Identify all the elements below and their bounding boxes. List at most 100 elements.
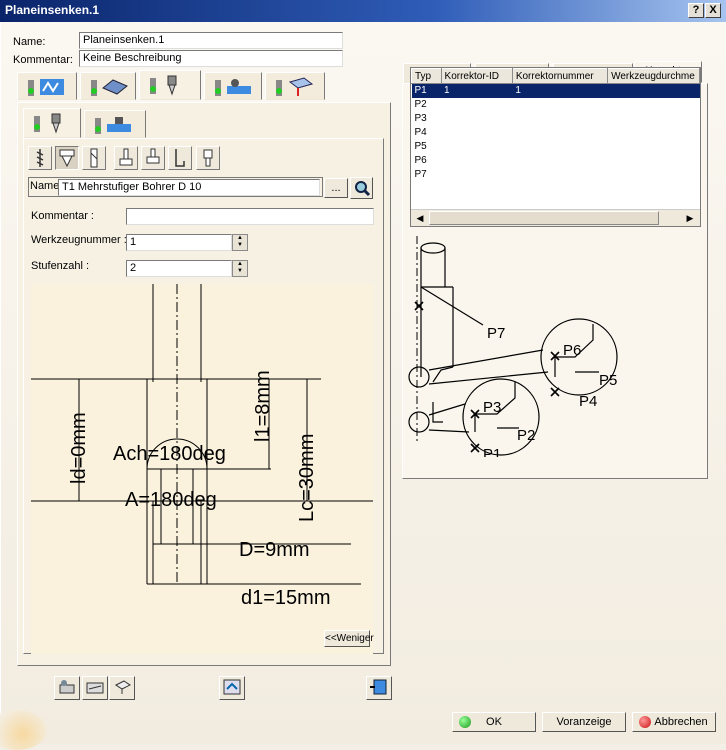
geometry-icon xyxy=(91,79,128,96)
cell-id xyxy=(441,154,512,168)
scroll-thumb[interactable] xyxy=(429,211,659,225)
counterbore-button[interactable] xyxy=(114,146,138,170)
horizontal-scrollbar[interactable]: ◀ ▶ xyxy=(411,209,700,226)
tap-button[interactable] xyxy=(196,146,220,170)
window-title: Planeinsenken.1 xyxy=(5,3,100,17)
p7-label: P7 xyxy=(487,325,505,342)
table-row[interactable]: P1 1 1 xyxy=(411,83,700,98)
tab-tool-geometry[interactable] xyxy=(23,108,81,138)
film-icon xyxy=(370,679,387,695)
simulation-button[interactable] xyxy=(366,676,392,700)
cell-diameter xyxy=(608,168,700,182)
col-werkzeugdurchmesser[interactable]: Werkzeugdurchme xyxy=(607,68,700,84)
corrector-diagram: P7 P6 P5 P4 P3 P2 P1 xyxy=(408,236,618,457)
tool-diagram: Ach=180deg A=180deg D=9mm d1=15mm ld=0mm… xyxy=(31,284,374,654)
spin-up-icon[interactable]: ▲ xyxy=(233,235,247,242)
p6-label: P6 xyxy=(563,342,581,359)
drill-type-button[interactable] xyxy=(28,146,52,170)
col-typ[interactable]: Typ xyxy=(411,68,442,84)
tool-number-field[interactable]: 1 xyxy=(126,234,232,251)
dialog-body: Name: Planeinsenken.1 Kommentar: Keine B… xyxy=(0,22,726,750)
feeds-icon xyxy=(215,79,251,96)
p4-label: P4 xyxy=(579,393,597,410)
comment-field[interactable]: Keine Beschreibung xyxy=(79,50,343,67)
help-button[interactable]: ? xyxy=(688,3,704,18)
tool-number-spinner[interactable]: ▲ ▼ xyxy=(232,234,248,251)
tool-name-row: Name T1 Mehrstufiger Bohrer D 10 xyxy=(28,177,323,197)
spin-up-icon[interactable]: ▲ xyxy=(233,261,247,268)
tool-query-button[interactable] xyxy=(54,676,80,700)
tab-tool-assembly[interactable] xyxy=(84,110,146,138)
cell-number xyxy=(512,126,607,140)
p1-label: P1 xyxy=(483,446,501,457)
tab-feeds[interactable] xyxy=(204,72,262,100)
ok-icon xyxy=(459,716,471,728)
d1-label: d1=15mm xyxy=(241,587,331,609)
steps-field[interactable]: 2 xyxy=(126,260,232,277)
cell-typ: P7 xyxy=(414,169,427,180)
macros-icon xyxy=(276,77,314,96)
cell-number: 1 xyxy=(512,83,608,98)
boring-bar-icon xyxy=(175,149,185,167)
steps-label: Stufenzahl : xyxy=(31,260,90,272)
tool-comment-label: Kommentar : xyxy=(31,210,94,222)
tool-catalog-icon xyxy=(86,682,104,694)
cell-diameter xyxy=(607,83,700,98)
tab-geometry[interactable] xyxy=(80,72,136,100)
col-korrektornummer[interactable]: Korrektornummer xyxy=(511,68,609,84)
less-button[interactable]: <<Weniger xyxy=(324,630,374,647)
close-button[interactable]: X xyxy=(705,3,721,18)
cell-id xyxy=(441,140,512,154)
tool-search-button[interactable] xyxy=(350,177,373,199)
reamer-icon xyxy=(90,148,98,168)
cell-typ: P1 xyxy=(411,83,442,98)
countersink-button[interactable] xyxy=(141,146,165,170)
cell-number xyxy=(512,98,607,112)
boring-bar-button[interactable] xyxy=(168,146,192,170)
tool-export-button[interactable] xyxy=(109,676,135,700)
table-row[interactable]: P5 xyxy=(412,140,700,154)
spin-down-icon[interactable]: ▼ xyxy=(233,242,247,249)
table-row[interactable]: P2 xyxy=(412,98,700,112)
scroll-left-icon[interactable]: ◀ xyxy=(413,211,427,225)
table-row[interactable]: P6 xyxy=(412,154,700,168)
ld-label: ld=0mm xyxy=(68,412,90,484)
ok-button[interactable]: OK xyxy=(452,712,536,732)
table-row[interactable]: P4 xyxy=(412,126,700,140)
countersink-icon xyxy=(146,148,160,164)
multistep-drill-button[interactable] xyxy=(55,146,79,170)
tool-path-replay-button[interactable] xyxy=(219,676,245,700)
cell-id xyxy=(441,112,512,126)
replay-icon xyxy=(223,679,241,695)
tool-catalog-button[interactable] xyxy=(82,676,108,700)
name-field[interactable]: Planeinsenken.1 xyxy=(79,32,343,49)
tool-query-icon xyxy=(59,680,75,694)
table-row[interactable]: P7 xyxy=(412,168,700,182)
tab-tool[interactable] xyxy=(139,70,201,100)
preview-button[interactable]: Voranzeige xyxy=(542,712,626,732)
reamer-button[interactable] xyxy=(82,146,106,170)
col-korrektor-id[interactable]: Korrektor-ID xyxy=(440,68,513,84)
cell-diameter xyxy=(608,98,700,112)
cell-typ: P5 xyxy=(414,141,427,152)
tab-strategy[interactable] xyxy=(17,72,77,100)
search-icon xyxy=(355,181,371,197)
steps-spinner[interactable]: ▲ ▼ xyxy=(232,260,248,277)
corrector-table[interactable]: Typ Korrektor-ID Korrektornummer Werkzeu… xyxy=(411,68,700,211)
multistep-drill-icon xyxy=(59,149,75,168)
cell-diameter xyxy=(608,112,700,126)
browse-button[interactable]: ... xyxy=(324,178,348,198)
cancel-button[interactable]: Abbrechen xyxy=(632,712,716,732)
cell-id xyxy=(441,98,512,112)
tab-macros[interactable] xyxy=(265,72,325,100)
tool-name-field[interactable]: T1 Mehrstufiger Bohrer D 10 xyxy=(58,179,320,196)
spin-down-icon[interactable]: ▼ xyxy=(233,268,247,275)
table-row[interactable]: P3 xyxy=(412,112,700,126)
scroll-right-icon[interactable]: ▶ xyxy=(683,211,697,225)
cell-typ: P2 xyxy=(414,99,427,110)
tool-comment-field[interactable] xyxy=(126,208,374,225)
tool-export-icon xyxy=(115,680,131,694)
d-label: D=9mm xyxy=(239,539,310,561)
p2-label: P2 xyxy=(517,427,535,444)
p3-label: P3 xyxy=(483,399,501,416)
